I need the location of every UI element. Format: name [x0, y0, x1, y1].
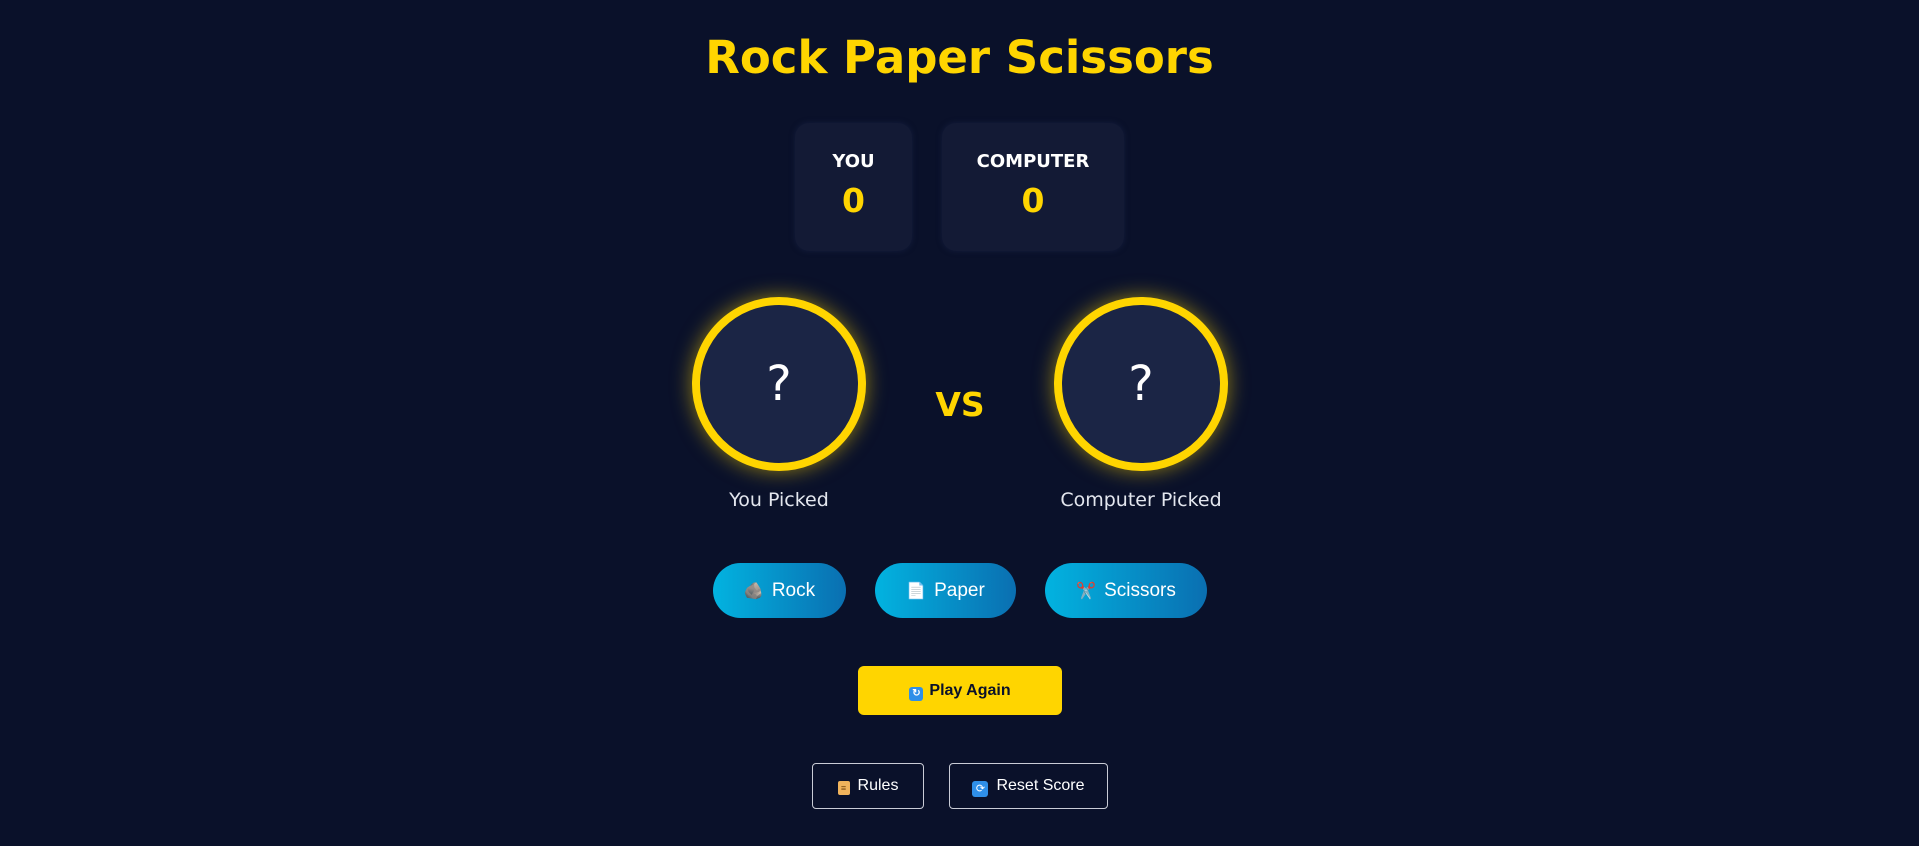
repeat-icon: ⟳ — [972, 781, 989, 797]
reset-score-label: Reset Score — [996, 777, 1085, 794]
player-pick-question-mark: ? — [766, 356, 792, 412]
versus-label: VS — [935, 385, 985, 424]
refresh-icon: ↻ — [909, 687, 924, 701]
paper-icon: 📄 — [906, 583, 927, 600]
player-pick-circle: ? — [692, 297, 866, 471]
play-again-label: Play Again — [929, 682, 1011, 699]
paper-button-label: Paper — [934, 580, 985, 601]
rock-icon: 🪨 — [743, 583, 764, 600]
scissors-button-label: Scissors — [1104, 580, 1176, 601]
computer-score-card: COMPUTER 0 — [942, 123, 1124, 251]
computer-pick-circle: ? — [1054, 297, 1228, 471]
rock-button-label: Rock — [771, 580, 816, 601]
reset-score-button[interactable]: ⟳ Reset Score — [949, 763, 1108, 809]
rules-button[interactable]: ≡ Rules — [812, 763, 924, 809]
computer-pick-question-mark: ? — [1128, 356, 1154, 412]
scroll-icon: ≡ — [837, 781, 850, 795]
player-pick-label: You Picked — [729, 489, 829, 511]
scissors-button[interactable]: ✂️ Scissors — [1045, 563, 1207, 618]
paper-button[interactable]: 📄 Paper — [875, 563, 1016, 618]
computer-score-label: COMPUTER — [976, 151, 1090, 172]
player-score-card: YOU 0 — [795, 123, 912, 251]
scissors-icon: ✂️ — [1076, 583, 1097, 600]
rock-button[interactable]: 🪨 Rock — [713, 563, 846, 618]
computer-score-value: 0 — [1021, 181, 1045, 220]
player-score-value: 0 — [842, 181, 865, 220]
rules-button-label: Rules — [857, 777, 899, 794]
player-score-label: YOU — [832, 151, 875, 172]
game-title: Rock Paper Scissors — [705, 31, 1214, 84]
play-again-button[interactable]: ↻ Play Again — [858, 666, 1062, 715]
computer-pick-label: Computer Picked — [1060, 489, 1222, 511]
